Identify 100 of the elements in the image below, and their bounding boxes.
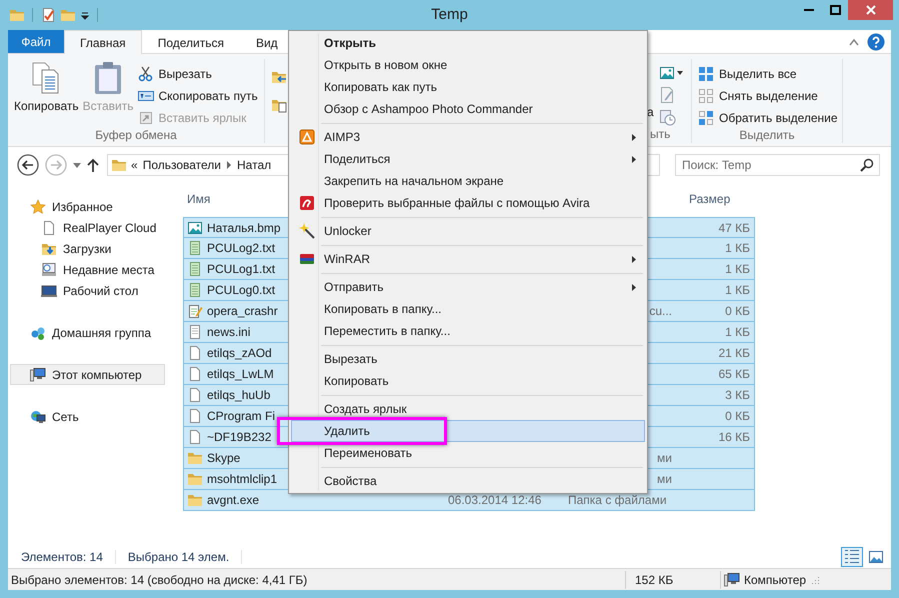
move-folder-icon[interactable] — [271, 69, 287, 85]
path-icon — [138, 88, 154, 104]
file-size: 47 КБ — [718, 220, 750, 234]
computer-icon — [30, 366, 46, 382]
breadcrumb-overflow[interactable]: « — [131, 158, 138, 172]
nav-item[interactable]: Рабочий стол — [10, 280, 165, 301]
file-size: 0 КБ — [725, 304, 750, 318]
file-name: PCULog0.txt — [207, 283, 276, 297]
settings-file-icon — [187, 324, 203, 340]
nav-label: Сеть — [52, 410, 79, 424]
file-size: 1 КБ — [725, 283, 750, 297]
cut-button[interactable]: Вырезать — [136, 64, 260, 84]
file-type: ми — [657, 451, 672, 465]
file-name: opera_crashr — [207, 304, 278, 318]
breadcrumb[interactable]: Натал — [236, 158, 272, 172]
menu-item[interactable]: Создать ярлык — [291, 398, 645, 420]
file-size: 1 КБ — [725, 262, 750, 276]
menu-item[interactable]: Копировать как путь — [291, 76, 645, 98]
resize-grip-icon[interactable] — [810, 574, 820, 584]
text-file-icon — [187, 240, 203, 256]
file-name: PCULog2.txt — [207, 241, 276, 255]
invert-selection-button[interactable]: Обратить выделение — [696, 108, 840, 128]
menu-item[interactable]: Переименовать — [291, 442, 645, 464]
nav-label: Загрузки — [63, 242, 112, 256]
folder-icon — [187, 450, 203, 466]
selection-count: Выбрано 14 элем. — [128, 550, 230, 564]
file-icon — [187, 429, 203, 445]
ribbon-tab[interactable]: Поделиться — [142, 30, 240, 54]
menu-item[interactable]: Поделиться — [291, 148, 645, 170]
magic-wand-icon — [299, 223, 315, 239]
nav-item[interactable]: Этот компьютер — [10, 364, 165, 385]
text-file-icon — [187, 261, 203, 277]
file-name: Наталья.bmp — [207, 220, 281, 234]
menu-item[interactable]: Свойства — [291, 470, 645, 492]
ribbon-tab[interactable]: Вид — [240, 30, 294, 54]
picture-icon — [868, 549, 884, 564]
books-icon — [299, 251, 315, 267]
menu-item[interactable]: Вырезать — [291, 348, 645, 370]
select-all-button[interactable]: Выделить все — [696, 64, 840, 84]
filled-grid-icon — [698, 66, 714, 82]
menu-item[interactable]: Копировать в папку... — [291, 298, 645, 320]
submenu-arrow-icon — [632, 134, 636, 140]
search-field[interactable]: Поиск: Temp — [675, 154, 880, 176]
dropdown-caret-icon[interactable] — [676, 71, 683, 75]
nav-item[interactable]: Избранное — [10, 196, 165, 217]
menu-item[interactable]: Обзор с Ashampoo Photo Commander — [291, 98, 645, 120]
menu-item[interactable]: Закрепить на начальном экране — [291, 170, 645, 192]
menu-item[interactable]: Переместить в папку... — [291, 320, 645, 342]
menu-item[interactable]: Открыть — [291, 32, 645, 54]
up-arrow-icon[interactable] — [87, 158, 99, 172]
history-icon[interactable] — [658, 109, 677, 127]
file-icon — [187, 366, 203, 382]
nav-item[interactable]: Недавние места — [10, 259, 165, 280]
ribbon-tab[interactable]: Главная — [64, 30, 142, 54]
copy-path-button[interactable]: Скопировать путь — [136, 86, 260, 106]
back-icon[interactable] — [17, 154, 39, 176]
edited-document-icon — [187, 303, 203, 319]
nav-item[interactable]: Загрузки — [10, 238, 165, 259]
menu-item[interactable]: WinRAR — [291, 248, 645, 270]
breadcrumb[interactable]: Пользователи — [142, 158, 222, 172]
file-name: etilqs_LwLM — [207, 367, 274, 381]
file-tab[interactable]: Файл — [8, 30, 64, 53]
menu-item[interactable]: Отправить — [291, 276, 645, 298]
file-icon — [187, 345, 203, 361]
submenu-arrow-icon — [632, 256, 636, 262]
menu-item[interactable]: Открыть в новом окне — [291, 54, 645, 76]
nav-label: Этот компьютер — [52, 368, 142, 382]
help-icon[interactable] — [867, 32, 885, 50]
menu-item[interactable]: Проверить выбранные файлы с помощью Avira — [291, 192, 645, 214]
nav-item[interactable]: Домашняя группа — [10, 322, 165, 343]
group-label: Буфер обмена — [94, 128, 178, 143]
collapse-caret-icon[interactable] — [849, 38, 859, 46]
select-none-button[interactable]: Снять выделение — [696, 86, 840, 106]
column-header[interactable]: Размер — [685, 192, 755, 206]
properties-icon[interactable] — [40, 7, 56, 23]
triangle-icon — [299, 129, 315, 145]
group-label: Выделить — [738, 128, 796, 143]
menu-item[interactable]: Копировать — [291, 370, 645, 392]
nav-label: Избранное — [52, 200, 113, 214]
details-view-button[interactable] — [841, 546, 863, 566]
menu-item[interactable]: Удалить — [291, 420, 645, 442]
chevron-icon[interactable] — [226, 161, 232, 169]
file-size: 65 КБ — [718, 367, 750, 381]
file-type: cu... — [649, 304, 672, 318]
close-icon — [866, 5, 876, 15]
close-button[interactable] — [848, 0, 893, 20]
picture-icon[interactable] — [658, 65, 675, 81]
nav-label: Недавние места — [63, 262, 154, 276]
menu-item[interactable]: Unlocker — [291, 220, 645, 242]
menu-item[interactable]: AIMP3 — [291, 126, 645, 148]
submenu-arrow-icon — [632, 284, 636, 290]
folder-icon — [187, 492, 203, 508]
empty-grid-icon — [698, 88, 714, 104]
copy-button[interactable]: Копировать — [12, 59, 81, 128]
nav-item[interactable]: Сеть — [10, 406, 165, 427]
folder-icon — [111, 157, 127, 173]
text-file-icon — [187, 282, 203, 298]
nav-item[interactable]: RealPlayer Cloud — [10, 217, 165, 238]
copy-folder-icon[interactable] — [271, 97, 287, 113]
file-size: 1 КБ — [725, 241, 750, 255]
